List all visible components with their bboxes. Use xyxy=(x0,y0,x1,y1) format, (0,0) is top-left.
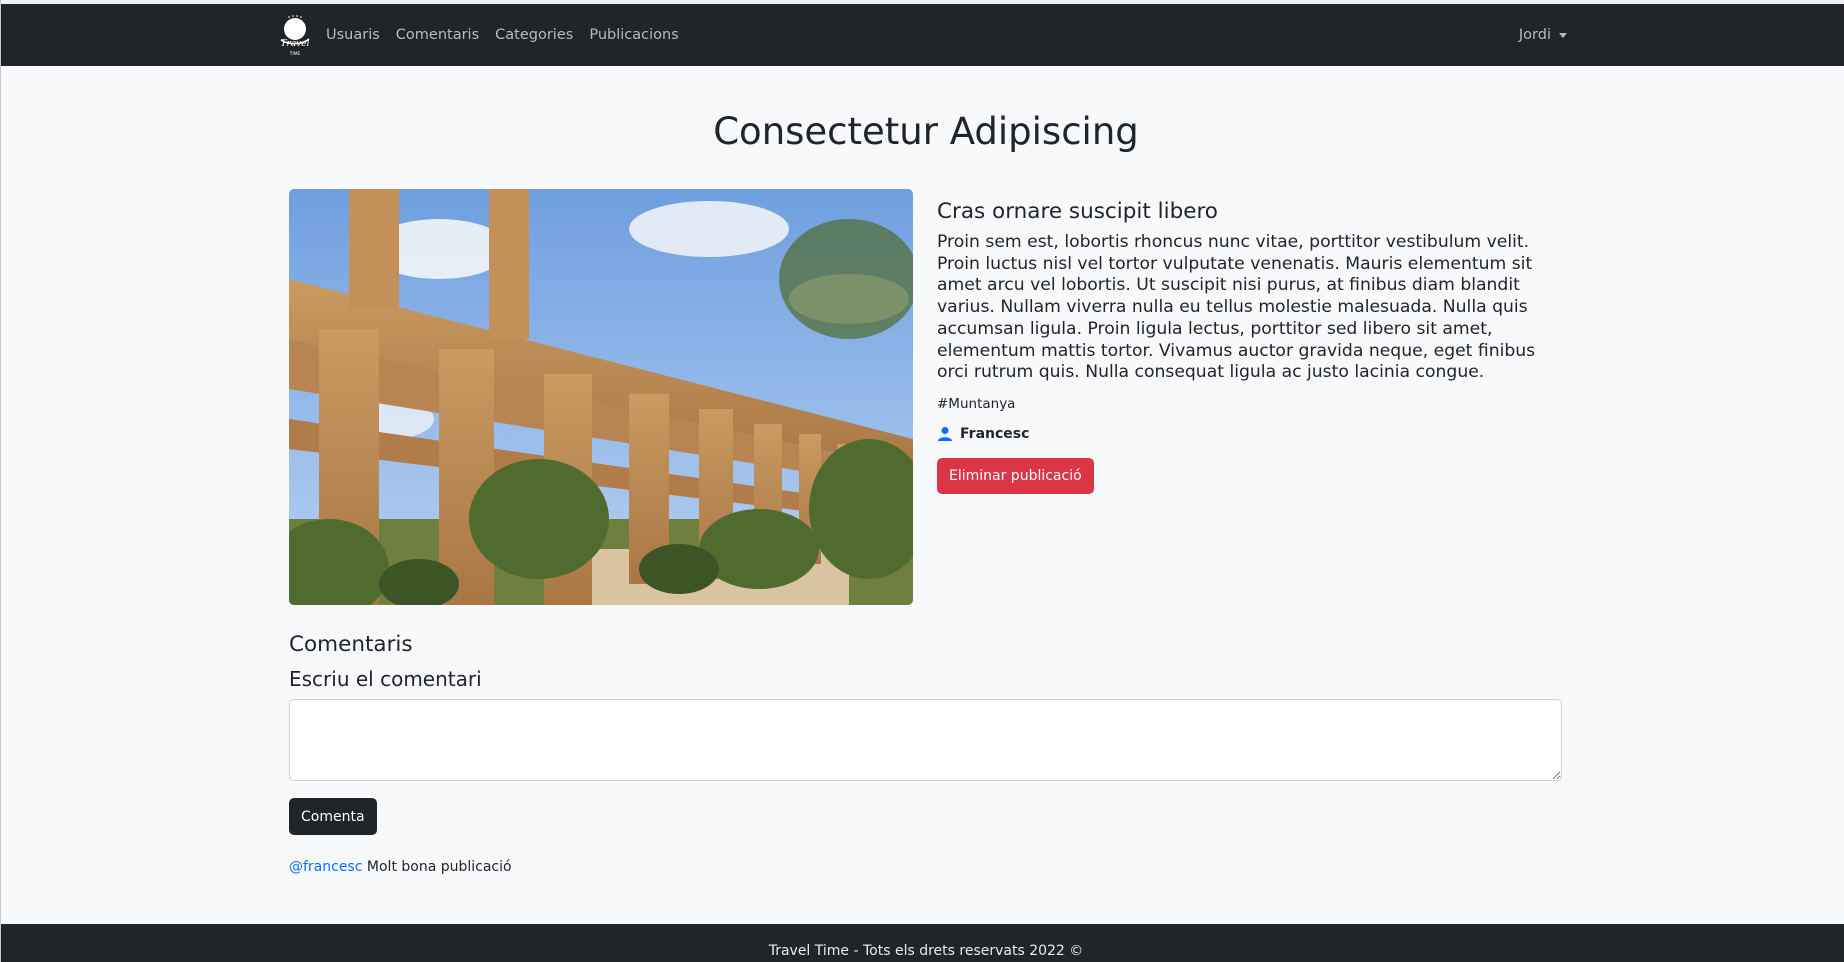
svg-text:TIME: TIME xyxy=(289,51,301,57)
nav-link-usuaris[interactable]: Usuaris xyxy=(326,27,380,43)
nav-link-publicacions[interactable]: Publicacions xyxy=(589,27,678,43)
comment-user-link[interactable]: @francesc xyxy=(289,859,362,875)
top-navbar: Travel TIME Usuaris Comentaris Categorie… xyxy=(1,0,1844,66)
comments-title: Comentaris xyxy=(289,632,413,657)
page-title: Consectetur Adipiscing xyxy=(713,110,1139,153)
delete-post-button[interactable]: Eliminar publicació xyxy=(937,457,1094,494)
comment-text: Molt bona publicació xyxy=(366,859,512,875)
post-image xyxy=(289,189,913,605)
post-body: Cras ornare suscipit libero Proin sem es… xyxy=(937,199,1561,494)
comment-textarea[interactable] xyxy=(289,699,1562,781)
post-subtitle: Cras ornare suscipit libero xyxy=(937,199,1218,224)
post-text: Proin sem est, lobortis rhoncus nunc vit… xyxy=(937,232,1536,383)
nav-link-comentaris[interactable]: Comentaris xyxy=(396,27,479,43)
user-dropdown[interactable]: Jordi xyxy=(1519,4,1567,66)
post-tag: #Muntanya xyxy=(937,395,1016,412)
post-author: Francesc xyxy=(937,426,1561,442)
person-icon xyxy=(938,426,952,441)
submit-comment-button[interactable]: Comenta xyxy=(289,798,377,835)
author-name: Francesc xyxy=(960,425,1030,442)
nav-link-categories[interactable]: Categories xyxy=(495,27,573,43)
user-name: Jordi xyxy=(1518,27,1551,43)
nav-left: Travel TIME Usuaris Comentaris Categorie… xyxy=(276,4,695,66)
logo-icon: Travel TIME xyxy=(281,15,310,57)
aqueduct-image xyxy=(289,189,913,605)
svg-text:Travel: Travel xyxy=(281,39,310,49)
comment-form-label: Escriu el comentari xyxy=(289,667,482,691)
footer: Travel Time - Tots els drets reservats 2… xyxy=(1,924,1844,962)
travel-time-logo[interactable]: Travel TIME xyxy=(276,12,314,58)
caret-down-icon xyxy=(1559,32,1567,38)
footer-text: Travel Time - Tots els drets reservats 2… xyxy=(768,943,1084,959)
comment-item: @francesc Molt bona publicació xyxy=(289,859,512,875)
